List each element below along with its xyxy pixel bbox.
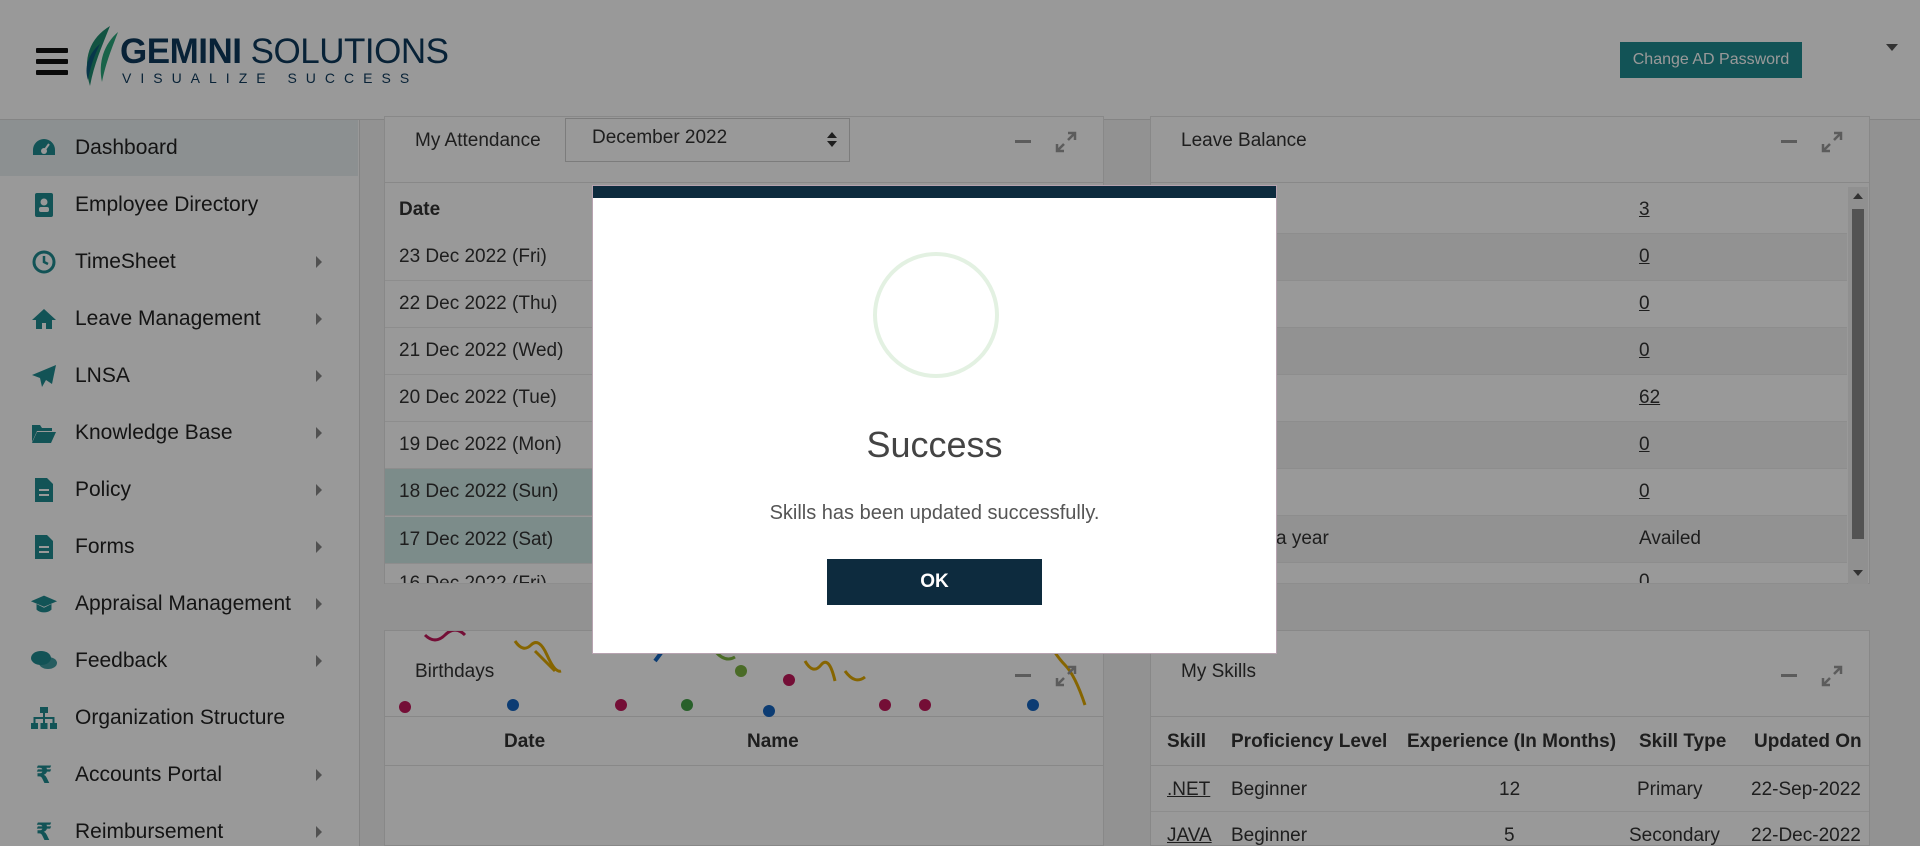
ok-button[interactable]: OK (827, 559, 1042, 605)
dialog-message: Skills has been updated successfully. (769, 502, 1100, 524)
dialog-title: Success (866, 424, 1003, 465)
success-check-icon (873, 252, 999, 378)
dialog-top-bar (593, 186, 1276, 198)
success-dialog: Success Skills has been updated successf… (592, 185, 1277, 654)
